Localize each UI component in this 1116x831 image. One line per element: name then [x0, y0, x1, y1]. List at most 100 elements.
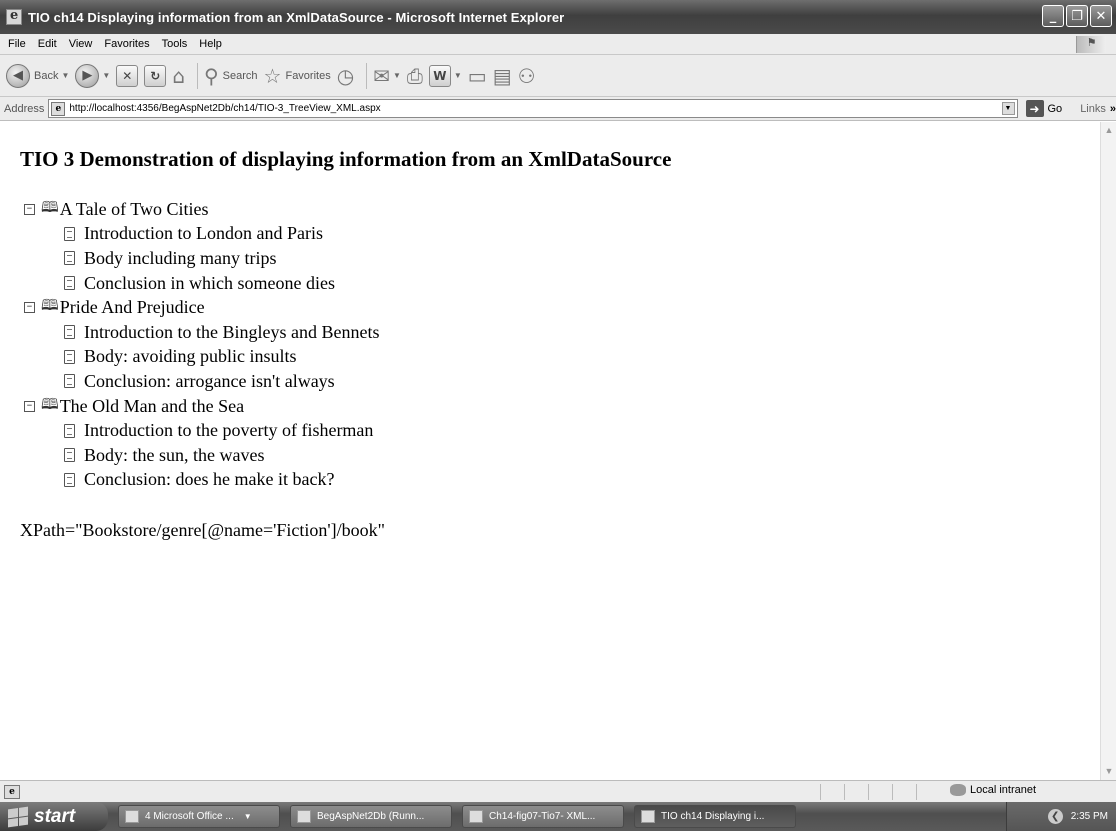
research-button[interactable]: ▤: [493, 61, 512, 91]
back-label: Back: [34, 69, 59, 82]
forward-button[interactable]: ▶ ▼: [75, 61, 110, 91]
document-icon: [64, 276, 75, 291]
discuss-button[interactable]: ▭: [468, 61, 487, 91]
menu-tools[interactable]: Tools: [158, 38, 196, 50]
scroll-up-icon[interactable]: ▲: [1101, 122, 1116, 139]
tree-node-chapter[interactable]: Conclusion: does he make it back?: [24, 468, 379, 493]
chapter-title[interactable]: Body: the sun, the waves: [84, 445, 264, 466]
address-input[interactable]: e http://localhost:4356/BegAspNet2Db/ch1…: [48, 99, 1018, 118]
edit-dropdown-icon[interactable]: ▼: [454, 71, 462, 80]
tree-node-book[interactable]: − 🕮 A Tale of Two Cities: [24, 197, 379, 222]
scroll-down-icon[interactable]: ▼: [1101, 763, 1116, 780]
messenger-button[interactable]: ⚇: [518, 61, 536, 91]
group-dropdown-icon[interactable]: ▼: [244, 812, 252, 821]
collapse-icon[interactable]: −: [24, 400, 35, 412]
print-button[interactable]: ⎙: [407, 61, 423, 91]
tree-node-chapter[interactable]: Introduction to London and Paris: [24, 222, 379, 247]
chapter-title[interactable]: Introduction to London and Paris: [84, 223, 323, 244]
mail-dropdown-icon[interactable]: ▼: [393, 71, 401, 80]
menu-file[interactable]: File: [4, 38, 34, 50]
chapter-title[interactable]: Conclusion: does he make it back?: [84, 469, 334, 490]
tree-node-chapter[interactable]: Body: the sun, the waves: [24, 443, 379, 468]
tray-expand-icon[interactable]: ❮: [1047, 809, 1063, 824]
taskbar-item-active[interactable]: TIO ch14 Displaying i...: [634, 805, 796, 828]
status-pane: [844, 784, 866, 800]
favorites-label: Favorites: [285, 69, 331, 82]
menu-edit[interactable]: Edit: [34, 38, 65, 50]
stop-button[interactable]: ✕: [116, 61, 139, 91]
document-icon: [64, 448, 75, 463]
vertical-scrollbar[interactable]: ▲ ▼: [1100, 122, 1116, 780]
start-label: start: [34, 805, 76, 827]
refresh-button[interactable]: ↻: [144, 61, 167, 91]
chapter-title[interactable]: Introduction to the poverty of fisherman: [84, 420, 373, 441]
forward-dropdown-icon[interactable]: ▼: [102, 71, 110, 80]
chapter-title[interactable]: Conclusion: arrogance isn't always: [84, 371, 335, 392]
links-button[interactable]: Links: [1080, 103, 1106, 115]
visual-studio-icon: [297, 810, 311, 823]
tree-node-book[interactable]: − 🕮 Pride And Prejudice: [24, 295, 379, 320]
status-pane: [820, 784, 842, 800]
collapse-icon[interactable]: −: [24, 203, 35, 215]
document-icon: [64, 325, 75, 340]
menu-bar: File Edit View Favorites Tools Help ⚑: [0, 34, 1116, 55]
book-icon: 🕮: [41, 394, 59, 413]
address-url[interactable]: http://localhost:4356/BegAspNet2Db/ch14/…: [69, 103, 380, 114]
word-icon: W: [428, 64, 451, 87]
tree-node-chapter[interactable]: Body: avoiding public insults: [24, 345, 379, 370]
chapter-title[interactable]: Introduction to the Bingleys and Bennets: [84, 322, 379, 343]
search-button[interactable]: ⚲ Search: [204, 61, 258, 91]
tree-node-chapter[interactable]: Introduction to the poverty of fisherman: [24, 418, 379, 443]
star-icon: ☆: [263, 63, 282, 88]
close-button[interactable]: ✕: [1090, 5, 1112, 27]
home-icon: ⌂: [172, 63, 186, 88]
favorites-button[interactable]: ☆ Favorites: [264, 61, 331, 91]
clock[interactable]: 2:35 PM: [1071, 811, 1108, 822]
xml-file-icon: [469, 810, 483, 823]
mail-button[interactable]: ✉ ▼: [373, 61, 401, 91]
home-button[interactable]: ⌂: [172, 61, 185, 91]
address-dropdown-icon[interactable]: ▼: [1001, 102, 1015, 115]
start-button[interactable]: start: [0, 802, 108, 831]
status-pane: [916, 784, 938, 800]
stop-icon: ✕: [116, 64, 139, 87]
collapse-icon[interactable]: −: [24, 302, 35, 314]
book-title[interactable]: Pride And Prejudice: [60, 297, 205, 318]
document-icon: [64, 472, 75, 487]
tree-node-chapter[interactable]: Conclusion in which someone dies: [24, 271, 379, 296]
links-chevron-icon[interactable]: »: [1110, 103, 1116, 115]
address-label: Address: [4, 102, 45, 115]
refresh-icon: ↻: [144, 64, 167, 87]
tree-node-chapter[interactable]: Body including many trips: [24, 246, 379, 271]
go-button[interactable]: ➜ Go: [1025, 100, 1062, 117]
mail-icon: ✉: [373, 63, 390, 88]
edit-button[interactable]: W ▼: [428, 61, 462, 91]
menu-favorites[interactable]: Favorites: [100, 38, 157, 50]
book-title[interactable]: A Tale of Two Cities: [60, 199, 209, 220]
tree-node-book[interactable]: − 🕮 The Old Man and the Sea: [24, 394, 379, 419]
word-app-icon: [125, 810, 139, 823]
menu-help[interactable]: Help: [195, 38, 230, 50]
window-controls: _ ❐ ✕: [1042, 5, 1112, 27]
history-button[interactable]: ◷: [337, 61, 354, 91]
window-title: TIO ch14 Displaying information from an …: [28, 9, 565, 25]
tree-node-chapter[interactable]: Introduction to the Bingleys and Bennets: [24, 320, 379, 345]
ie-app-icon: [641, 810, 655, 823]
document-icon: [64, 374, 75, 389]
chapter-title[interactable]: Conclusion in which someone dies: [84, 273, 335, 294]
back-button[interactable]: ◀ Back ▼: [6, 61, 69, 91]
menu-view[interactable]: View: [65, 38, 101, 50]
minimize-button[interactable]: _: [1042, 5, 1064, 27]
chapter-title[interactable]: Body: avoiding public insults: [84, 346, 297, 367]
research-icon: ▤: [492, 63, 512, 88]
tree-node-chapter[interactable]: Conclusion: arrogance isn't always: [24, 369, 379, 394]
book-title[interactable]: The Old Man and the Sea: [60, 396, 244, 417]
chapter-title[interactable]: Body including many trips: [84, 248, 277, 269]
taskbar-item[interactable]: Ch14-fig07-Tio7- XML...: [462, 805, 624, 828]
document-icon: [64, 423, 75, 438]
maximize-button[interactable]: ❐: [1066, 5, 1088, 27]
security-zone[interactable]: Local intranet: [950, 784, 1036, 796]
back-dropdown-icon[interactable]: ▼: [61, 71, 69, 80]
taskbar-item[interactable]: 4 Microsoft Office ... ▼: [118, 805, 280, 828]
taskbar-item[interactable]: BegAspNet2Db (Runn...: [290, 805, 452, 828]
